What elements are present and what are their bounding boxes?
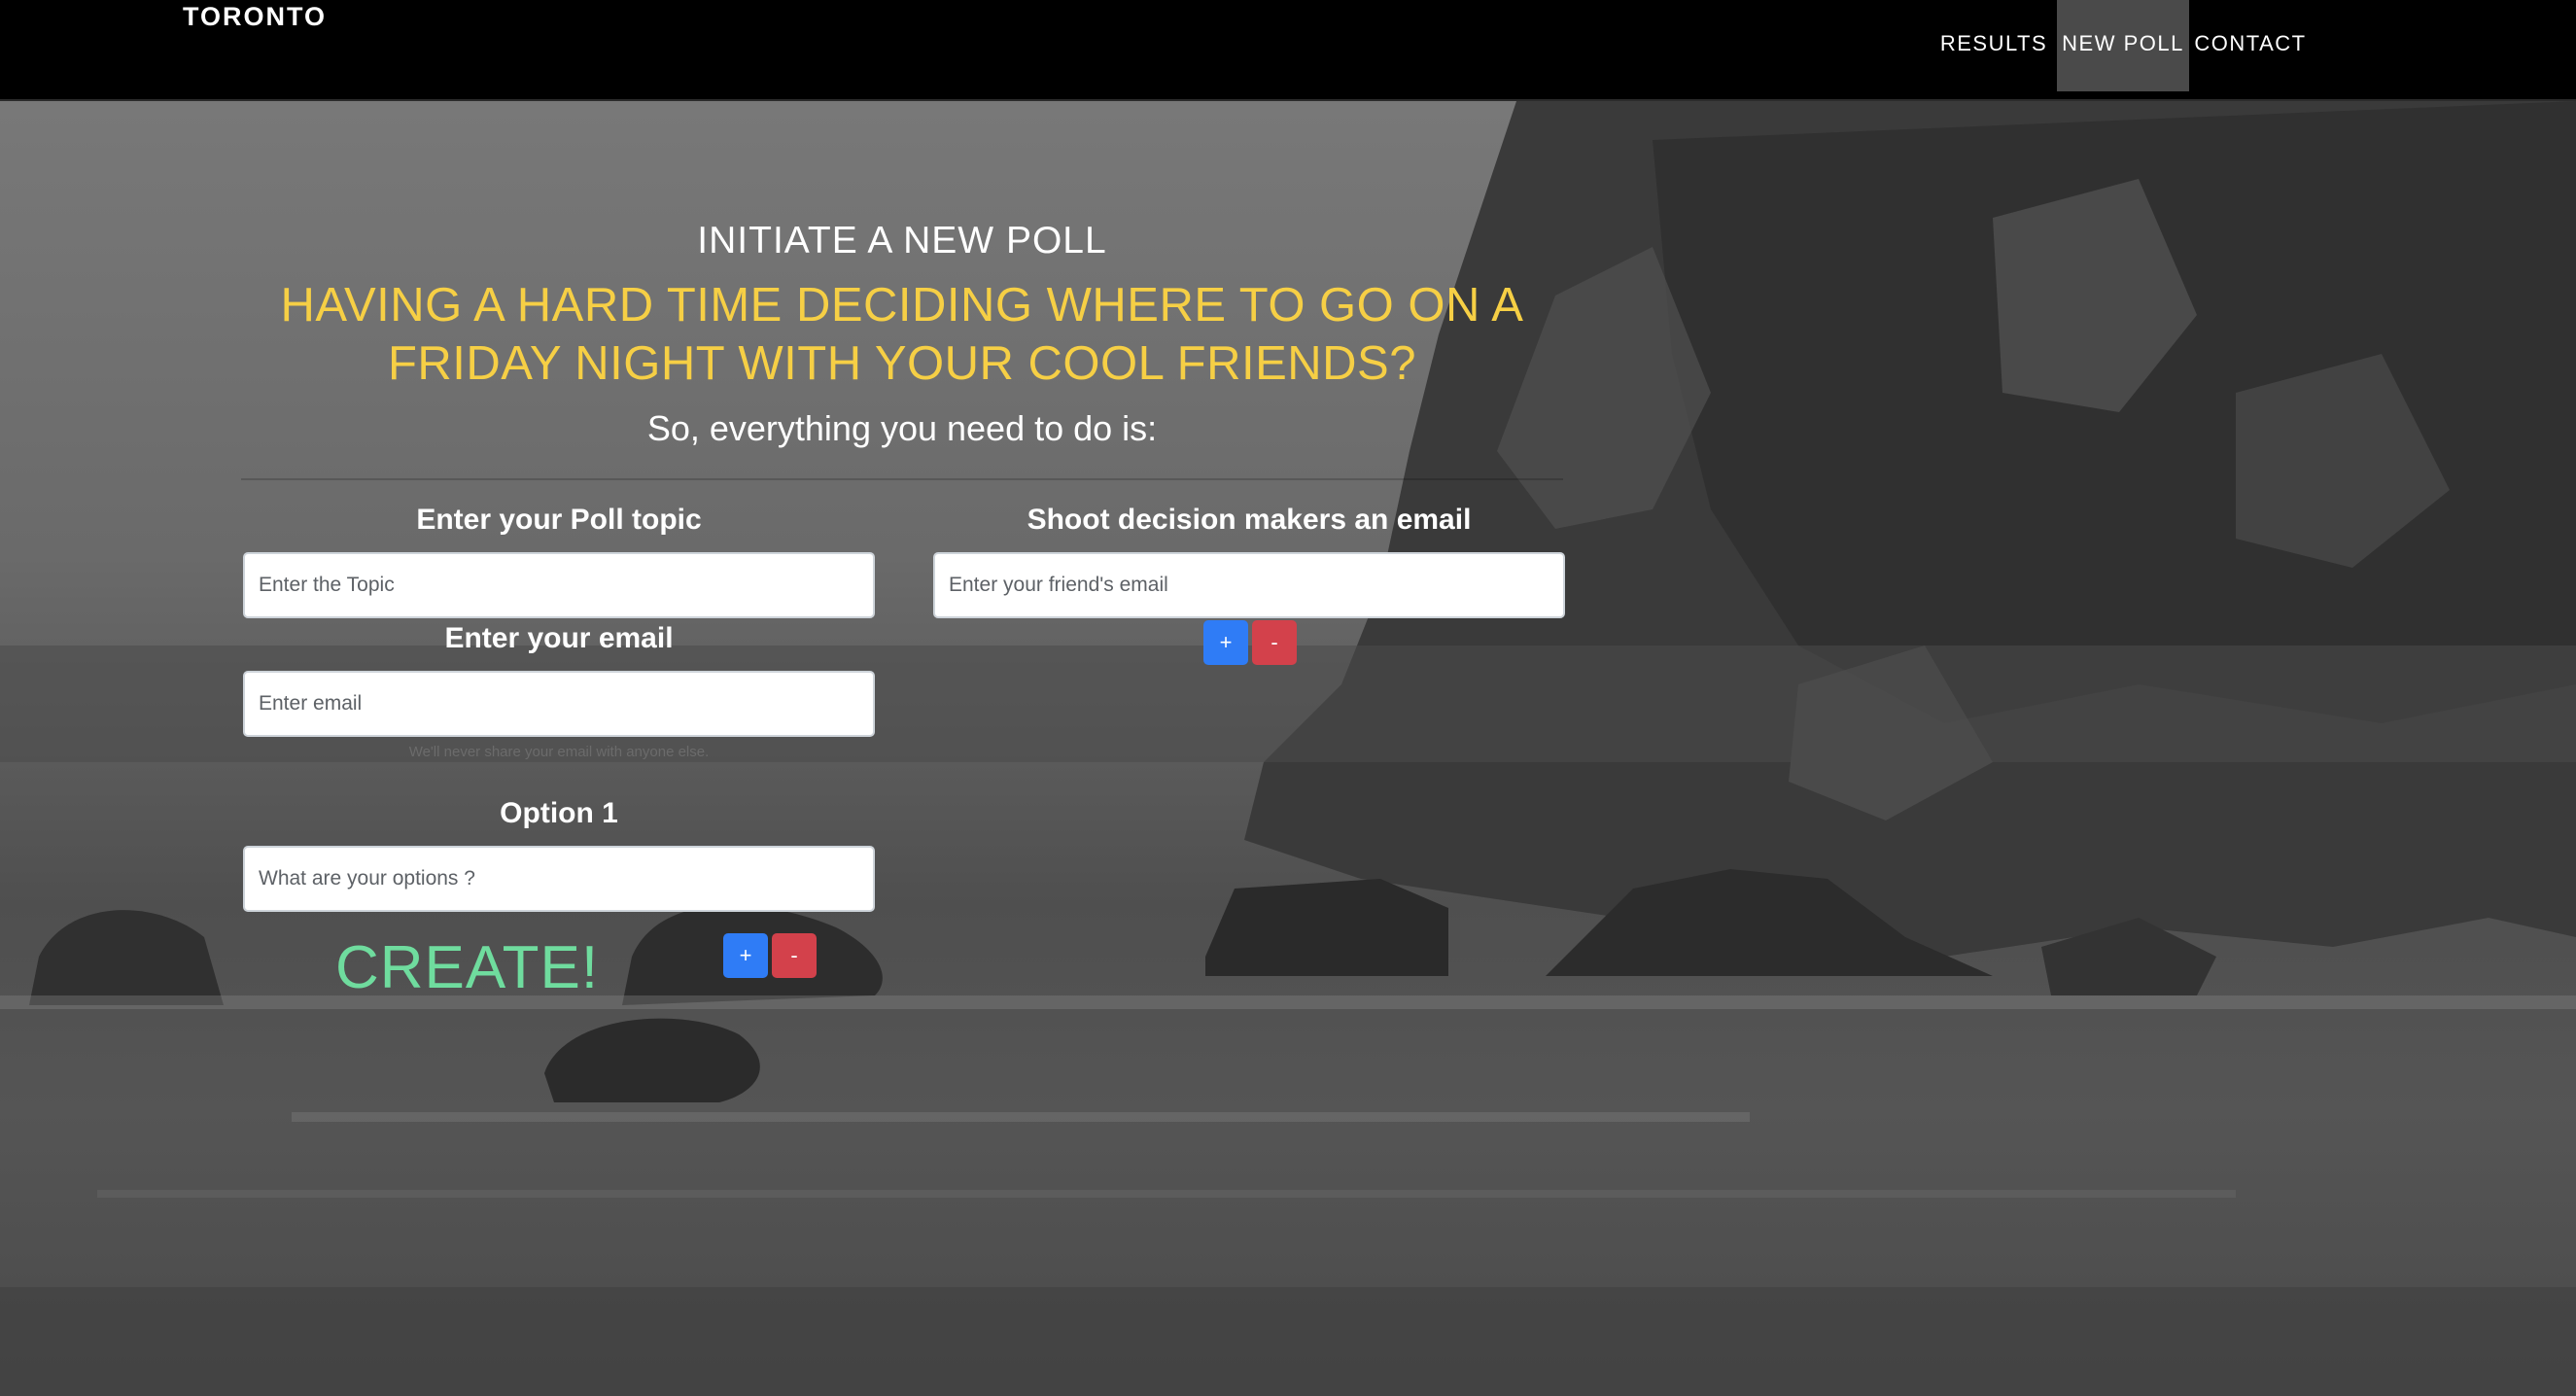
topic-input[interactable]	[243, 552, 875, 618]
divider	[241, 478, 1563, 480]
subtitle: So, everything you need to do is:	[646, 408, 1158, 448]
friends-label: Shoot decision makers an email	[1027, 504, 1472, 536]
email-hint: We'll never share your email with anyone…	[408, 744, 710, 760]
friend-email-input[interactable]	[933, 552, 1565, 618]
tagline: HAVING A HARD TIME DECIDING WHERE TO GO …	[241, 276, 1563, 393]
remove-option-button[interactable]: -	[772, 933, 817, 978]
topic-label: Enter your Poll topic	[416, 504, 702, 536]
add-friend-button[interactable]: +	[1203, 620, 1248, 665]
email-input[interactable]	[243, 671, 875, 737]
create-button[interactable]: CREATE!	[335, 933, 599, 1002]
option-label: Option 1	[500, 797, 618, 829]
navbar: TORONTO RESULTS NEW POLL CONTACT	[0, 0, 2576, 101]
tagline-line-1: HAVING A HARD TIME DECIDING WHERE TO GO …	[280, 279, 1524, 332]
brand-logo[interactable]: TORONTO	[183, 2, 327, 32]
email-label: Enter your email	[444, 622, 674, 654]
add-option-button[interactable]: +	[723, 933, 768, 978]
remove-friend-button[interactable]: -	[1252, 620, 1297, 665]
nav-link-new-poll[interactable]: NEW POLL	[2057, 0, 2189, 91]
page-title: INITIATE A NEW POLL	[697, 220, 1107, 262]
nav-link-contact[interactable]: CONTACT	[2194, 0, 2307, 91]
nav-link-results[interactable]: RESULTS	[1939, 0, 2048, 91]
option-input[interactable]	[243, 846, 875, 912]
tagline-line-2: FRIDAY NIGHT WITH YOUR COOL FRIENDS?	[387, 337, 1416, 390]
